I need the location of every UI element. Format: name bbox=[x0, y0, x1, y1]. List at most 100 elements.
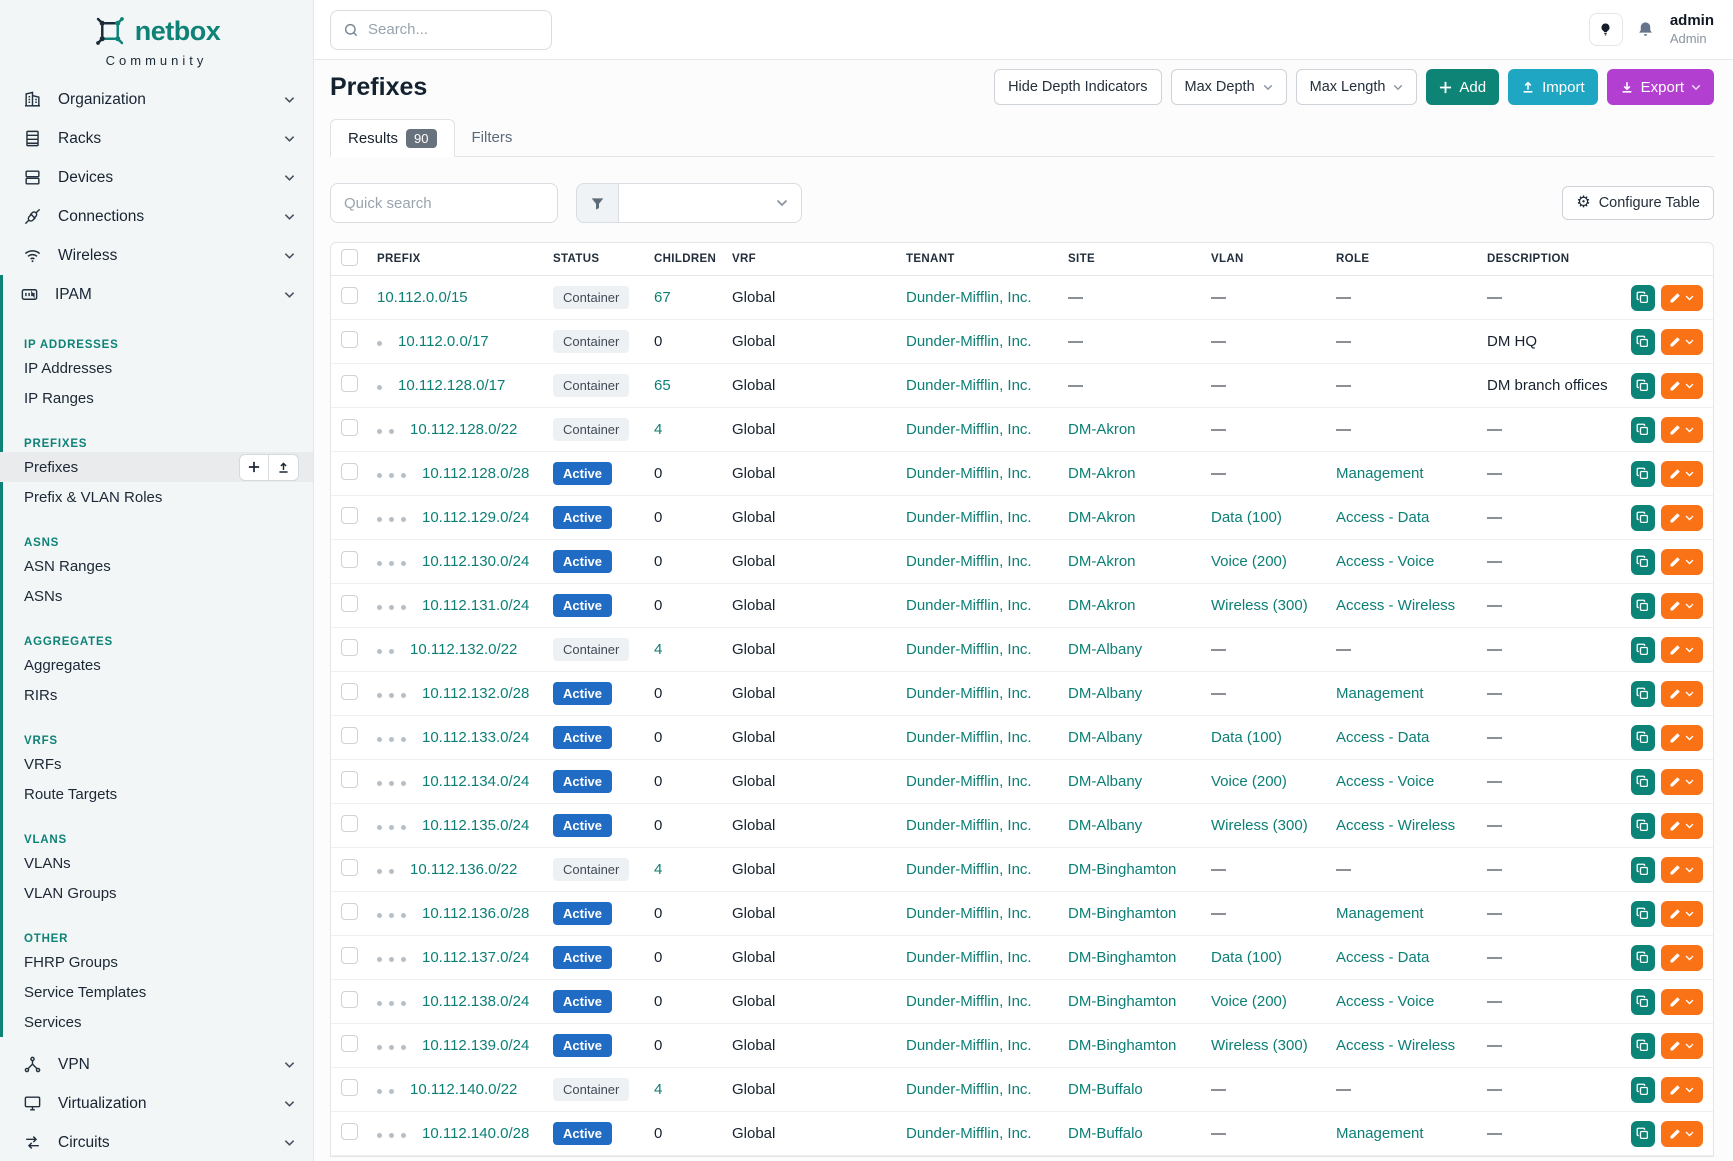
sidebar-item-fhrp-groups[interactable]: FHRP Groups bbox=[0, 947, 313, 977]
prefix-link[interactable]: 10.112.130.0/24 bbox=[422, 553, 529, 570]
sidebar-item-wireless[interactable]: Wireless bbox=[0, 236, 313, 275]
theme-toggle-button[interactable] bbox=[1589, 13, 1623, 46]
row-checkbox[interactable] bbox=[341, 639, 358, 656]
cell-link[interactable]: Voice (200) bbox=[1211, 993, 1287, 1010]
cell-link[interactable]: Wireless (300) bbox=[1211, 817, 1308, 834]
tenant-link[interactable]: Dunder-Mifflin, Inc. bbox=[906, 377, 1032, 394]
cell-link[interactable]: DM-Buffalo bbox=[1068, 1081, 1143, 1098]
row-checkbox[interactable] bbox=[341, 771, 358, 788]
row-checkbox[interactable] bbox=[341, 331, 358, 348]
sidebar-item-circuits[interactable]: Circuits bbox=[0, 1123, 313, 1161]
prefix-link[interactable]: 10.112.134.0/24 bbox=[422, 773, 529, 790]
children-count[interactable]: 4 bbox=[654, 641, 662, 658]
edit-button[interactable] bbox=[1661, 725, 1704, 751]
copy-button[interactable] bbox=[1631, 329, 1655, 355]
tenant-link[interactable]: Dunder-Mifflin, Inc. bbox=[906, 1125, 1032, 1142]
sidebar-item-ip-addresses[interactable]: IP Addresses bbox=[0, 353, 313, 383]
copy-button[interactable] bbox=[1631, 1121, 1655, 1147]
prefix-link[interactable]: 10.112.128.0/22 bbox=[410, 421, 517, 438]
row-checkbox[interactable] bbox=[341, 1123, 358, 1140]
copy-button[interactable] bbox=[1631, 769, 1655, 795]
max-depth-button[interactable]: Max Depth bbox=[1171, 69, 1287, 105]
edit-button[interactable] bbox=[1661, 461, 1704, 487]
tenant-link[interactable]: Dunder-Mifflin, Inc. bbox=[906, 465, 1032, 482]
configure-table-button[interactable]: ⚙ Configure Table bbox=[1562, 186, 1714, 220]
tenant-link[interactable]: Dunder-Mifflin, Inc. bbox=[906, 421, 1032, 438]
sidebar-item-asn-ranges[interactable]: ASN Ranges bbox=[0, 551, 313, 581]
cell-link[interactable]: DM-Albany bbox=[1068, 773, 1142, 790]
edit-button[interactable] bbox=[1661, 329, 1704, 355]
sidebar-item-racks[interactable]: Racks bbox=[0, 119, 313, 158]
cell-link[interactable]: DM-Akron bbox=[1068, 553, 1136, 570]
children-count[interactable]: 65 bbox=[654, 377, 671, 394]
prefix-link[interactable]: 10.112.128.0/28 bbox=[422, 465, 529, 482]
column-header-children[interactable]: CHILDREN bbox=[654, 253, 732, 265]
sidebar-item-vrfs[interactable]: VRFs bbox=[0, 749, 313, 779]
cell-link[interactable]: DM-Akron bbox=[1068, 421, 1136, 438]
tab-filters[interactable]: Filters bbox=[455, 118, 530, 156]
export-button[interactable]: Export bbox=[1607, 69, 1714, 105]
copy-button[interactable] bbox=[1631, 813, 1655, 839]
cell-link[interactable]: DM-Akron bbox=[1068, 465, 1136, 482]
sidebar-item-services[interactable]: Services bbox=[0, 1007, 313, 1037]
cell-link[interactable]: DM-Akron bbox=[1068, 597, 1136, 614]
column-header-vrf[interactable]: VRF bbox=[732, 253, 906, 265]
copy-button[interactable] bbox=[1631, 549, 1655, 575]
tenant-link[interactable]: Dunder-Mifflin, Inc. bbox=[906, 949, 1032, 966]
cell-link[interactable]: Voice (200) bbox=[1211, 773, 1287, 790]
edit-button[interactable] bbox=[1661, 945, 1704, 971]
tenant-link[interactable]: Dunder-Mifflin, Inc. bbox=[906, 289, 1032, 306]
sidebar-item-aggregates[interactable]: Aggregates bbox=[0, 650, 313, 680]
cell-link[interactable]: Management bbox=[1336, 1125, 1424, 1142]
tenant-link[interactable]: Dunder-Mifflin, Inc. bbox=[906, 685, 1032, 702]
tenant-link[interactable]: Dunder-Mifflin, Inc. bbox=[906, 861, 1032, 878]
cell-link[interactable]: Management bbox=[1336, 465, 1424, 482]
row-checkbox[interactable] bbox=[341, 1079, 358, 1096]
sidebar-item-prefixes[interactable]: Prefixes bbox=[0, 452, 313, 482]
children-count[interactable]: 4 bbox=[654, 421, 662, 438]
tenant-link[interactable]: Dunder-Mifflin, Inc. bbox=[906, 509, 1032, 526]
cell-link[interactable]: Access - Voice bbox=[1336, 993, 1434, 1010]
cell-link[interactable]: Management bbox=[1336, 905, 1424, 922]
cell-link[interactable]: Data (100) bbox=[1211, 949, 1282, 966]
cell-link[interactable]: Data (100) bbox=[1211, 509, 1282, 526]
cell-link[interactable]: DM-Akron bbox=[1068, 509, 1136, 526]
row-checkbox[interactable] bbox=[341, 463, 358, 480]
search-input[interactable] bbox=[368, 21, 539, 38]
tenant-link[interactable]: Dunder-Mifflin, Inc. bbox=[906, 1081, 1032, 1098]
row-checkbox[interactable] bbox=[341, 727, 358, 744]
column-header-tenant[interactable]: TENANT bbox=[906, 253, 1068, 265]
children-count[interactable]: 4 bbox=[654, 1081, 662, 1098]
tenant-link[interactable]: Dunder-Mifflin, Inc. bbox=[906, 641, 1032, 658]
column-header-prefix[interactable]: PREFIX bbox=[377, 253, 553, 265]
cell-link[interactable]: DM-Albany bbox=[1068, 641, 1142, 658]
copy-button[interactable] bbox=[1631, 1033, 1655, 1059]
prefix-link[interactable]: 10.112.138.0/24 bbox=[422, 993, 529, 1010]
copy-button[interactable] bbox=[1631, 417, 1655, 443]
column-header-description[interactable]: DESCRIPTION bbox=[1487, 253, 1631, 265]
prefix-link[interactable]: 10.112.133.0/24 bbox=[422, 729, 529, 746]
edit-button[interactable] bbox=[1661, 285, 1704, 311]
tenant-link[interactable]: Dunder-Mifflin, Inc. bbox=[906, 817, 1032, 834]
edit-button[interactable] bbox=[1661, 593, 1704, 619]
prefix-link[interactable]: 10.112.132.0/22 bbox=[410, 641, 517, 658]
tenant-link[interactable]: Dunder-Mifflin, Inc. bbox=[906, 993, 1032, 1010]
tenant-link[interactable]: Dunder-Mifflin, Inc. bbox=[906, 773, 1032, 790]
sidebar-item-ip-ranges[interactable]: IP Ranges bbox=[0, 383, 313, 413]
cell-link[interactable]: Access - Wireless bbox=[1336, 1037, 1455, 1054]
row-checkbox[interactable] bbox=[341, 947, 358, 964]
copy-button[interactable] bbox=[1631, 857, 1655, 883]
edit-button[interactable] bbox=[1661, 857, 1704, 883]
copy-button[interactable] bbox=[1631, 945, 1655, 971]
edit-button[interactable] bbox=[1661, 901, 1704, 927]
cell-link[interactable]: DM-Albany bbox=[1068, 817, 1142, 834]
row-checkbox[interactable] bbox=[341, 1035, 358, 1052]
sidebar-item-virtualization[interactable]: Virtualization bbox=[0, 1084, 313, 1123]
cell-link[interactable]: Management bbox=[1336, 685, 1424, 702]
row-checkbox[interactable] bbox=[341, 815, 358, 832]
row-checkbox[interactable] bbox=[341, 375, 358, 392]
cell-link[interactable]: Wireless (300) bbox=[1211, 597, 1308, 614]
children-count[interactable]: 67 bbox=[654, 289, 671, 306]
cell-link[interactable]: Access - Data bbox=[1336, 729, 1429, 746]
column-header-role[interactable]: ROLE bbox=[1336, 253, 1487, 265]
